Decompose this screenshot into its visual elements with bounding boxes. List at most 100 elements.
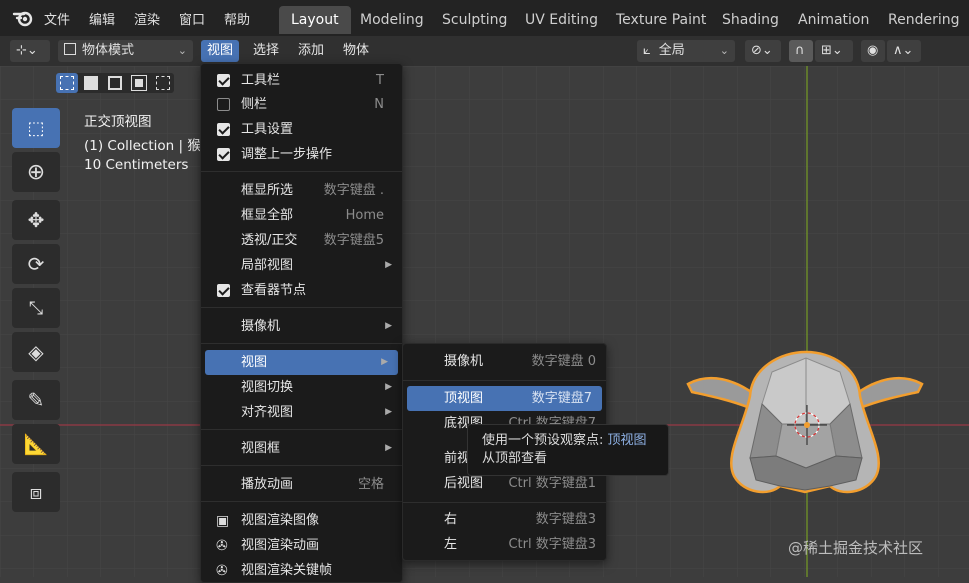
view-menu-item-label: 框显全部 (241, 208, 294, 223)
menu-separator (201, 465, 402, 466)
view-menu-item-label: 调整上一步操作 (241, 147, 333, 162)
menu-render[interactable]: 渲染 (134, 9, 160, 28)
cursor-tool[interactable]: ⊕ (12, 152, 60, 192)
tab-animation[interactable]: Animation (786, 6, 881, 34)
view-menu-item-label: 对齐视图 (241, 405, 294, 420)
view-submenu-item-label: 顶视图 (444, 391, 484, 406)
view-menu-item[interactable]: 播放动画 空格 (201, 472, 402, 497)
view-menu-item[interactable]: ✇ 视图渲染关键帧 (201, 558, 402, 583)
view-menu-item[interactable]: ✇ 视图渲染动画 (201, 533, 402, 558)
snap-target-dropdown[interactable]: ⊞⌄ (815, 40, 853, 62)
render-image-icon: ▣ (216, 513, 230, 529)
view-menu-item[interactable]: 透视/正交 数字键盘5 (201, 228, 402, 253)
view-submenu-item[interactable]: 右 数字键盘3 (403, 507, 606, 532)
view-menu-item[interactable]: 工具栏 T (201, 68, 402, 93)
header-menu-view[interactable]: 视图 (201, 40, 240, 62)
view-submenu-item[interactable]: 摄像机 数字键盘 0 (403, 349, 606, 374)
view-submenu-item[interactable]: 顶视图 数字键盘7 (407, 386, 602, 411)
submenu-arrow-icon: ▶ (385, 260, 392, 270)
mode-dropdown[interactable]: 物体模式 ⌄ (58, 40, 193, 62)
menu-separator (201, 307, 402, 308)
viewport-header: ⊹⌄ 物体模式 ⌄ 视图 选择 添加 物体 ⟀ 全局 ⌄ ⊘⌄ ∩ ⊞⌄ ◉ ∧⌄ (0, 36, 969, 66)
view-menu-item[interactable]: ▣ 视图渲染图像 (201, 508, 402, 533)
select-intersect-button[interactable] (152, 73, 174, 93)
checkbox-checked-icon[interactable] (217, 74, 230, 87)
tab-rendering[interactable]: Rendering (876, 6, 969, 34)
menu-help[interactable]: 帮助 (224, 9, 250, 28)
checkbox-unchecked-icon[interactable] (217, 98, 230, 111)
tab-layout[interactable]: Layout (279, 6, 351, 34)
view-submenu-item-label: 摄像机 (444, 354, 484, 369)
checkbox-checked-icon[interactable] (217, 123, 230, 136)
view-menu-item-label: 工具栏 (241, 73, 281, 88)
menu-separator (403, 380, 606, 381)
proportional-edit-toggle[interactable]: ◉ (861, 40, 885, 62)
pencil-icon: ✎ (27, 388, 45, 412)
menu-window[interactable]: 窗口 (179, 9, 205, 28)
menu-edit[interactable]: 编辑 (89, 9, 115, 28)
tab-uv-editing[interactable]: UV Editing (513, 6, 610, 34)
orientation-dropdown[interactable]: ⟀ 全局 ⌄ (637, 40, 735, 62)
view-menu-item[interactable]: 侧栏 N (201, 92, 402, 117)
view-menu-item[interactable]: 视图切换 ▶ (201, 375, 402, 400)
pivot-icon: ⊘⌄ (751, 43, 773, 58)
select-extend-button[interactable] (80, 73, 102, 93)
annotate-tool[interactable]: ✎ (12, 380, 60, 420)
top-bar: 文件 编辑 渲染 窗口 帮助 Layout Modeling Sculpting… (0, 0, 969, 36)
view-submenu-item[interactable]: 左 Ctrl 数字键盘3 (403, 532, 606, 557)
render-animation-icon: ✇ (216, 538, 228, 554)
move-tool[interactable]: ✥ (12, 200, 60, 240)
object-mode-icon (64, 43, 76, 55)
view-menu-item[interactable]: 框显全部 Home (201, 203, 402, 228)
view-menu-item-label: 框显所选 (241, 183, 294, 198)
header-menu-object[interactable]: 物体 (337, 40, 375, 62)
falloff-dropdown[interactable]: ∧⌄ (887, 40, 921, 62)
submenu-arrow-icon: ▶ (385, 443, 392, 453)
view-menu-item[interactable]: 摄像机 ▶ (201, 314, 402, 339)
view-menu-item[interactable]: 框显所选 数字键盘 . (201, 178, 402, 203)
view-menu-item[interactable]: 工具设置 (201, 117, 402, 142)
view-menu-item[interactable]: 查看器节点 (201, 278, 402, 303)
view-submenu-item-label: 右 (444, 512, 458, 527)
rotate-icon: ⟳ (27, 252, 45, 276)
menu-separator (201, 429, 402, 430)
cursor-select-icon: ⬚ (27, 117, 45, 139)
tab-shading[interactable]: Shading (710, 6, 791, 34)
tab-texture-paint[interactable]: Texture Paint (604, 6, 718, 34)
view-menu-item-label: 视图渲染图像 (241, 513, 320, 528)
blender-logo-icon[interactable] (12, 8, 34, 28)
select-box-tool[interactable]: ⬚ (12, 108, 60, 148)
header-menu-add[interactable]: 添加 (292, 40, 330, 62)
suzanne-mesh[interactable] (680, 346, 930, 506)
3d-cursor-icon: ⊕ (26, 159, 46, 185)
proportional-edit-icon: ◉ (867, 43, 879, 58)
scale-tool[interactable]: ⤡ (12, 288, 60, 328)
view-menu-item[interactable]: 调整上一步操作 (201, 142, 402, 167)
view-menu-item-label: 播放动画 (241, 477, 294, 492)
snap-toggle[interactable]: ∩ (789, 40, 813, 62)
view-menu-item[interactable]: 视图框 ▶ (201, 436, 402, 461)
shortcut-label: Ctrl 数字键盘3 (508, 537, 596, 552)
watermark: @稀土掘金技术社区 (788, 539, 924, 557)
snap-increment-icon: ⊞⌄ (821, 43, 843, 58)
rotate-tool[interactable]: ⟳ (12, 244, 60, 284)
menu-file[interactable]: 文件 (44, 9, 70, 28)
transform-tool[interactable]: ◈ (12, 332, 60, 372)
select-invert-button[interactable] (128, 73, 150, 93)
editor-type-button[interactable]: ⊹⌄ (10, 40, 50, 62)
header-menu-select[interactable]: 选择 (247, 40, 285, 62)
view-menu-item[interactable]: 视图 ▶ (205, 350, 398, 375)
checkbox-checked-icon[interactable] (217, 284, 230, 297)
pivot-point-dropdown[interactable]: ⊘⌄ (745, 40, 781, 62)
select-subtract-button[interactable] (104, 73, 126, 93)
measure-tool[interactable]: 📐 (12, 424, 60, 464)
tab-sculpting[interactable]: Sculpting (430, 6, 519, 34)
add-cube-tool[interactable]: ⧈ (12, 472, 60, 512)
view-name-label: 正交顶视图 (84, 114, 152, 130)
checkbox-checked-icon[interactable] (217, 148, 230, 161)
view-menu-item[interactable]: 局部视图 ▶ (201, 253, 402, 278)
tab-modeling[interactable]: Modeling (348, 6, 436, 34)
select-new-button[interactable] (56, 73, 78, 93)
view-menu-item[interactable]: 对齐视图 ▶ (201, 400, 402, 425)
tooltip-prefix: 使用一个预设观察点: (482, 433, 604, 448)
